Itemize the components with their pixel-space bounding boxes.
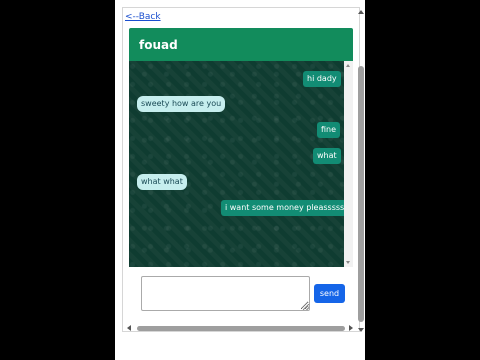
message-bubble-sent: fine xyxy=(317,122,341,138)
scroll-down-icon[interactable] xyxy=(346,261,350,264)
scroll-up-icon[interactable] xyxy=(346,64,350,67)
scrollbar-thumb[interactable] xyxy=(358,66,364,322)
resize-grip-icon[interactable] xyxy=(303,304,309,310)
message-input[interactable] xyxy=(141,276,310,311)
message-bubble-sent: i want some money pleassssse xyxy=(221,200,344,216)
page-vertical-scrollbar[interactable] xyxy=(357,8,365,332)
message-bubble-received: what what xyxy=(137,174,187,190)
chat-header: fouad xyxy=(129,28,353,61)
scrollbar-thumb[interactable] xyxy=(137,326,345,331)
message-list-scrollbar[interactable] xyxy=(344,61,353,267)
scroll-down-icon[interactable] xyxy=(358,328,364,332)
send-button[interactable]: send xyxy=(314,284,345,303)
scroll-up-icon[interactable] xyxy=(358,10,364,14)
scroll-right-icon[interactable] xyxy=(349,325,353,331)
scroll-left-icon[interactable] xyxy=(127,325,131,331)
page-horizontal-scrollbar[interactable] xyxy=(124,324,356,332)
contact-name: fouad xyxy=(139,37,178,52)
message-bubble-sent: hi dady xyxy=(303,71,341,87)
message-list[interactable]: hi dady sweety how are you fine what wha… xyxy=(129,61,344,267)
back-link[interactable]: <--Back xyxy=(125,12,161,22)
message-bubble-sent: what xyxy=(313,148,341,164)
message-bubble-received: sweety how are you xyxy=(137,96,226,112)
